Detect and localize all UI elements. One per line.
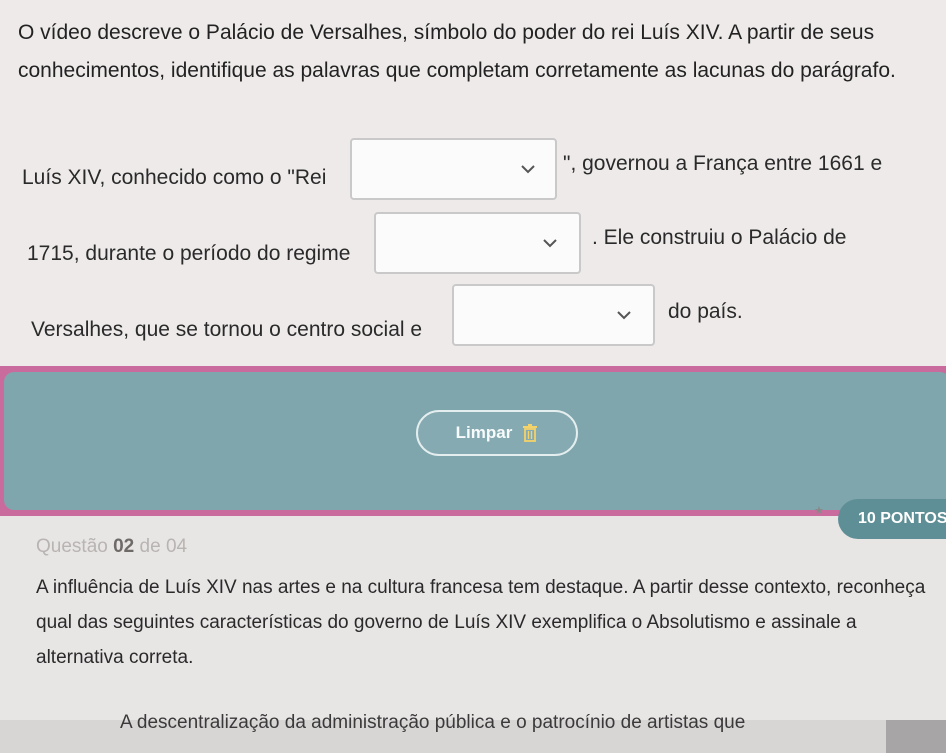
star-icon: ★ bbox=[814, 505, 824, 517]
trash-icon bbox=[523, 424, 538, 442]
blank-2-dropdown[interactable] bbox=[374, 212, 581, 274]
points-badge: 10 PONTOS bbox=[838, 499, 946, 539]
fill-in-card: O vídeo descreve o Palácio de Versalhes,… bbox=[0, 0, 946, 395]
question-text: A influência de Luís XIV nas artes e na … bbox=[36, 577, 926, 668]
paragraph-line1-after: ", governou a França entre 1661 e bbox=[563, 152, 883, 175]
question-counter: Questão 02 de 04 bbox=[36, 536, 187, 558]
clear-button-label: Limpar bbox=[455, 423, 513, 442]
option-row-edge bbox=[886, 720, 946, 753]
question-counter-suffix: de 04 bbox=[139, 536, 188, 557]
blank-1-dropdown[interactable] bbox=[350, 138, 557, 200]
paragraph-line1-before: Luís XIV, conhecido como o "Rei bbox=[22, 166, 327, 189]
chevron-down-icon bbox=[543, 239, 557, 248]
paragraph-line2-before: 1715, durante o período do regime bbox=[27, 242, 351, 265]
question-intro: O vídeo descreve o Palácio de Versalhes,… bbox=[18, 21, 896, 82]
chevron-down-icon bbox=[521, 165, 535, 174]
option-a-text[interactable]: A descentralização da administração públ… bbox=[120, 712, 745, 734]
paragraph-line3-before: Versalhes, que se tornou o centro social… bbox=[31, 318, 423, 341]
paragraph-line3-after: do país. bbox=[668, 300, 743, 323]
chevron-down-icon bbox=[617, 311, 631, 320]
question-number: 02 bbox=[113, 536, 135, 557]
clear-button[interactable]: Limpar bbox=[416, 410, 578, 456]
paragraph-line2-after: . Ele construiu o Palácio de bbox=[592, 226, 847, 249]
question-counter-prefix: Questão bbox=[36, 536, 108, 557]
blank-3-dropdown[interactable] bbox=[452, 284, 655, 346]
